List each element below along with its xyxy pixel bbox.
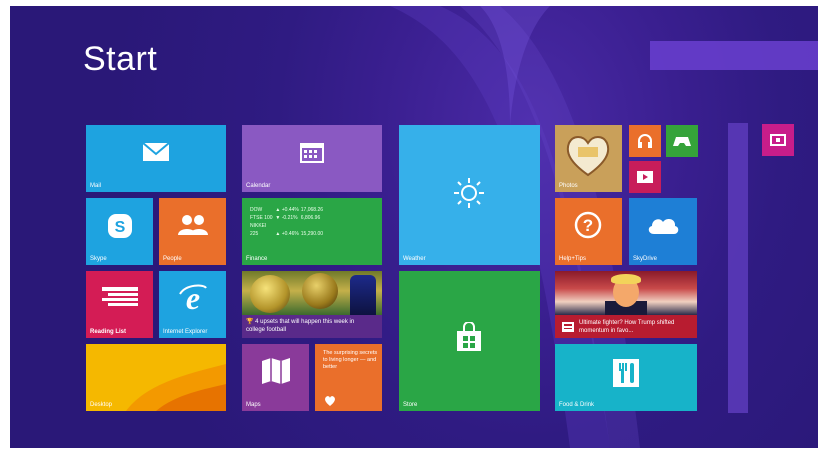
svg-text:S: S (115, 219, 126, 236)
tile-news[interactable]: Ultimate fighter? How Trump shifted mome… (555, 271, 697, 338)
video-icon (636, 169, 654, 185)
tile-skype[interactable]: S Skype (86, 198, 153, 265)
tile-label: Help+Tips (559, 256, 586, 262)
sun-icon (449, 173, 489, 213)
tile-desktop-small[interactable] (762, 124, 794, 156)
cloud-icon (645, 212, 681, 238)
finance-row: NIKKEI 225 ▲ +0.46% 15,290.00 (250, 223, 324, 237)
tile-desktop[interactable]: Desktop (86, 344, 226, 411)
finance-quotes: DOW ▲ +0.44% 17,068.26 FTSE 100 ▼ -0.21%… (250, 206, 325, 238)
tile-photos[interactable]: Photos (555, 125, 622, 192)
people-icon (175, 212, 211, 238)
user-account-bar[interactable] (650, 41, 818, 70)
tile-help-tips[interactable]: ? Help+Tips (555, 198, 622, 265)
sports-caption: 🏆 4 upsets that will happen this week in… (246, 319, 355, 333)
reading-list-icon (100, 285, 140, 311)
mail-icon (142, 141, 170, 163)
question-icon: ? (573, 210, 603, 240)
tile-label: People (163, 256, 182, 262)
calendar-icon (298, 139, 326, 165)
tile-internet-explorer[interactable]: e Internet Explorer (159, 271, 226, 338)
finance-row: FTSE 100 ▼ -0.21% 6,806.96 (250, 215, 321, 221)
tile-sports[interactable]: 🏆 4 upsets that will happen this week in… (242, 271, 382, 338)
photo-thumbnail (566, 136, 610, 177)
start-screen: Start Mail Calendar Weather Photos S Sky… (10, 6, 818, 448)
tile-label: Store (403, 402, 418, 408)
map-icon (260, 356, 292, 386)
headphones-icon (635, 131, 655, 151)
gamepad-icon (672, 131, 692, 151)
finance-row: DOW ▲ +0.44% 17,068.26 (250, 207, 324, 213)
tile-label: Reading List (90, 329, 127, 335)
tile-people[interactable]: People (159, 198, 226, 265)
tile-label: Internet Explorer (163, 329, 208, 335)
tile-label: Weather (403, 256, 426, 262)
tile-mail[interactable]: Mail (86, 125, 226, 192)
news-caption: Ultimate fighter? How Trump shifted mome… (579, 320, 675, 334)
screen-icon (769, 132, 787, 148)
tile-label: Calendar (246, 183, 271, 189)
desktop-wallpaper (126, 364, 226, 411)
group-scroll-bar[interactable] (728, 123, 748, 413)
tile-reading-list[interactable]: Reading List (86, 271, 153, 338)
tile-label: Food & Drink (559, 402, 595, 408)
tile-label: Photos (559, 183, 578, 189)
store-bag-icon (451, 319, 487, 355)
tile-calendar[interactable]: Calendar (242, 125, 382, 192)
tile-onedrive[interactable]: SkyDrive (629, 198, 697, 265)
fork-knife-icon (611, 358, 641, 388)
news-icon (561, 321, 575, 333)
tile-food-drink[interactable]: Food & Drink (555, 344, 697, 411)
tile-weather[interactable]: Weather (399, 125, 540, 265)
tile-video[interactable] (629, 161, 661, 193)
tile-games[interactable] (666, 125, 698, 157)
tile-label: Desktop (90, 402, 113, 408)
tile-label: Maps (246, 402, 261, 408)
health-caption: The surprising secrets to living longer … (323, 350, 378, 370)
heart-icon (323, 394, 337, 406)
page-title: Start (83, 40, 158, 78)
svg-text:?: ? (583, 216, 593, 235)
tile-label: Finance (246, 256, 268, 262)
tile-maps[interactable]: Maps (242, 344, 309, 411)
internet-explorer-icon: e (177, 281, 209, 315)
tile-music[interactable] (629, 125, 661, 157)
tile-health[interactable]: The surprising secrets to living longer … (315, 344, 382, 411)
trophy-icon: 🏆 (246, 319, 254, 325)
sports-photo (242, 271, 382, 315)
tile-finance[interactable]: DOW ▲ +0.44% 17,068.26 FTSE 100 ▼ -0.21%… (242, 198, 382, 265)
news-photo (555, 271, 697, 315)
tile-label: Skype (90, 256, 107, 262)
tile-label: Mail (90, 183, 102, 189)
tile-label: SkyDrive (633, 256, 658, 262)
tile-store[interactable]: Store (399, 271, 540, 411)
skype-icon: S (106, 212, 134, 240)
